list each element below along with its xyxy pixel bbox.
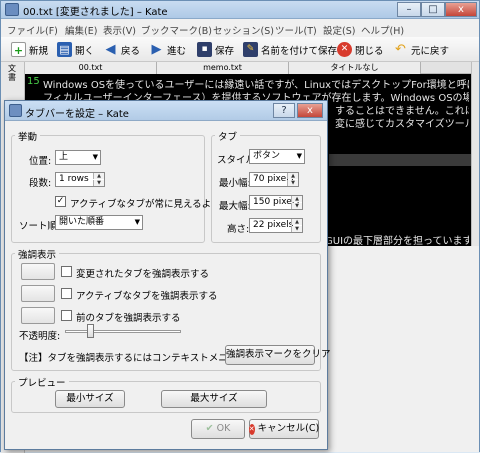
current-line-highlight	[329, 154, 471, 166]
spin-up-icon[interactable]: ▲	[93, 173, 104, 179]
dialog-help-button[interactable]: ?	[273, 103, 295, 118]
tab-memo-txt[interactable]: memo.txt	[157, 62, 289, 74]
highlight-previous-checkbox[interactable]	[61, 310, 72, 321]
dialog-close-button[interactable]: x	[297, 103, 323, 118]
ok-button[interactable]: ✔ OK	[191, 419, 245, 439]
opacity-slider-track[interactable]	[65, 330, 181, 333]
dropdown-arrow-icon: ▼	[92, 153, 98, 161]
arrow-right-icon: ▶	[151, 42, 162, 57]
min-width-label: 最小幅:	[219, 178, 251, 189]
preview-min-button[interactable]: 最小サイズ	[55, 390, 125, 408]
highlight-active-checkbox[interactable]	[61, 288, 72, 299]
undo-arrow-icon: ↶	[395, 42, 406, 57]
open-folder-icon: ▤	[57, 42, 72, 57]
menu-help[interactable]: ヘルプ(H)	[361, 23, 404, 37]
dialog-title: タブバーを設定 – Kate	[25, 109, 129, 120]
editor-line: GUIの最下層部分を担っています。	[325, 236, 469, 247]
highlight-modified-label: 変更されたタブを強調表示する	[76, 269, 210, 280]
tab-untitled[interactable]: タイトルなし	[289, 62, 421, 74]
menu-settings[interactable]: 設定(S)	[323, 23, 355, 37]
modified-color-button[interactable]	[21, 263, 55, 280]
spin-down-icon[interactable]: ▼	[291, 203, 302, 209]
spin-up-icon[interactable]: ▲	[287, 173, 298, 179]
show-active-tab-checkbox[interactable]: ✓	[55, 196, 66, 207]
spin-down-icon[interactable]: ▼	[287, 180, 298, 186]
menu-bookmarks[interactable]: ブックマーク(B)	[141, 23, 212, 37]
height-spinbox[interactable]: 22 pixels ▲ ▼	[249, 218, 303, 233]
window-close-button[interactable]: x	[445, 2, 477, 17]
max-width-label: 最大幅:	[219, 201, 251, 212]
back-button[interactable]: ◀ 戻る	[103, 40, 141, 59]
cancel-button[interactable]: ✕ キャンセル(C)	[248, 419, 319, 439]
dropdown-arrow-icon: ▼	[296, 152, 302, 160]
active-color-button[interactable]	[21, 285, 55, 302]
behavior-group-label: 挙動	[15, 129, 41, 143]
spin-up-icon[interactable]: ▲	[291, 219, 302, 225]
forward-button[interactable]: ▶ 進む	[149, 40, 187, 59]
rows-label: 段数:	[29, 178, 52, 189]
menu-edit[interactable]: 編集(E)	[65, 23, 97, 37]
title-bar: 00.txt [変更されました] – Kate – □ x	[1, 1, 479, 19]
highlight-modified-checkbox[interactable]	[61, 266, 72, 277]
min-width-spinbox[interactable]: 70 pixels ▲ ▼	[249, 172, 299, 187]
tab-00-txt[interactable]: 00.txt	[25, 62, 157, 74]
arrow-left-icon: ◀	[105, 42, 116, 57]
previous-color-button[interactable]	[21, 307, 55, 324]
highlight-group-label: 強調表示	[15, 247, 60, 261]
max-width-spinbox[interactable]: 150 pixels ▲ ▼	[249, 195, 303, 210]
style-combo[interactable]: ボタン ▼	[249, 149, 305, 164]
maximize-button[interactable]: □	[421, 2, 445, 17]
line-number: 15	[27, 76, 40, 87]
spin-down-icon[interactable]: ▼	[291, 226, 302, 232]
close-doc-button[interactable]: ✕ 閉じる	[337, 40, 384, 59]
rows-spinbox[interactable]: 1 rows ▲ ▼	[55, 172, 105, 187]
cancel-circle-icon: ✕	[248, 423, 255, 435]
spin-down-icon[interactable]: ▼	[93, 180, 104, 186]
opacity-label: 不透明度:	[19, 331, 61, 342]
toolbar: + 新規 ▤ 開く ◀ 戻る ▶ 進む ▪ 保存 ✎ 名前を付けて保存 ✕ 閉じ…	[1, 37, 479, 62]
kate-app-icon	[5, 3, 19, 16]
dialog-title-bar: タブバーを設定 – Kate ? x	[5, 101, 327, 121]
new-document-icon: +	[11, 42, 26, 57]
check-icon: ✔	[205, 423, 214, 434]
checkmark-icon: ✓	[56, 196, 65, 206]
clear-highlight-button[interactable]: 強調表示マークをクリア	[225, 345, 331, 365]
save-button[interactable]: ▪ 保存	[197, 40, 234, 59]
close-circle-icon: ✕	[337, 42, 352, 57]
kate-dialog-icon	[9, 104, 22, 117]
tab-group-label: タブ	[215, 129, 241, 143]
position-combo[interactable]: 上 ▼	[55, 150, 101, 165]
height-label: 高さ:	[227, 224, 250, 235]
new-button[interactable]: + 新規	[11, 40, 48, 59]
menu-view[interactable]: 表示(V)	[103, 23, 136, 37]
save-disk-icon: ▪	[197, 42, 212, 57]
sort-order-combo[interactable]: 開いた順番 ▼	[55, 215, 143, 230]
preview-group-label: プレビュー	[15, 375, 69, 389]
window-title: 00.txt [変更されました] – Kate	[23, 7, 168, 18]
document-tab-bar: 00.txt memo.txt タイトルなし	[25, 62, 479, 74]
sidebar-tab-documents[interactable]: 文書	[5, 64, 19, 94]
minimize-button[interactable]: –	[397, 2, 421, 17]
menu-file[interactable]: ファイル(F)	[7, 23, 58, 37]
opacity-slider-thumb[interactable]	[87, 324, 95, 338]
vertical-scrollbar[interactable]	[471, 62, 479, 246]
preview-max-button[interactable]: 最大サイズ	[161, 390, 267, 408]
tabbar-settings-dialog: タブバーを設定 – Kate ? x 挙動 位置: 上 ▼ 段数: 1 rows…	[4, 100, 331, 450]
menu-bar: ファイル(F) 編集(E) 表示(V) ブックマーク(B) セッション(S) ツ…	[1, 20, 479, 37]
save-as-button[interactable]: ✎ 名前を付けて保存	[243, 40, 337, 59]
dropdown-arrow-icon: ▼	[134, 218, 140, 226]
position-label: 位置:	[29, 156, 52, 167]
highlight-previous-label: 前のタブを強調表示する	[76, 313, 181, 324]
open-button[interactable]: ▤ 開く	[57, 40, 94, 59]
highlight-active-label: アクティブなタブを強調表示する	[76, 291, 218, 302]
undo-button[interactable]: ↶ 元に戻す	[393, 40, 449, 59]
editor-line: 変に感じてカスタマイズツールを	[335, 119, 469, 130]
menu-tools[interactable]: ツール(T)	[275, 23, 317, 37]
save-as-icon: ✎	[243, 42, 258, 57]
menu-sessions[interactable]: セッション(S)	[213, 23, 274, 37]
spin-up-icon[interactable]: ▲	[291, 196, 302, 202]
